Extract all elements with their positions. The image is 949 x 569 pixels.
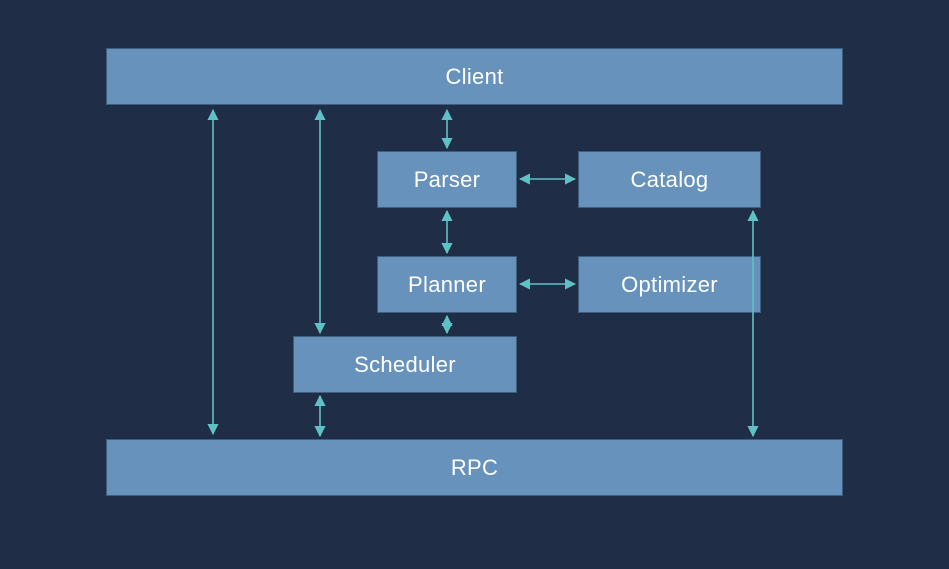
node-optimizer: Optimizer <box>578 256 761 313</box>
node-scheduler: Scheduler <box>293 336 517 393</box>
node-rpc-label: RPC <box>451 455 498 481</box>
node-parser-label: Parser <box>414 167 481 193</box>
node-catalog-label: Catalog <box>631 167 709 193</box>
node-client-label: Client <box>445 64 503 90</box>
node-scheduler-label: Scheduler <box>354 352 456 378</box>
node-catalog: Catalog <box>578 151 761 208</box>
diagram-stage: Client Parser Catalog Planner Optimizer … <box>0 0 949 569</box>
node-rpc: RPC <box>106 439 843 496</box>
node-client: Client <box>106 48 843 105</box>
node-planner: Planner <box>377 256 517 313</box>
node-planner-label: Planner <box>408 272 486 298</box>
node-parser: Parser <box>377 151 517 208</box>
node-optimizer-label: Optimizer <box>621 272 718 298</box>
